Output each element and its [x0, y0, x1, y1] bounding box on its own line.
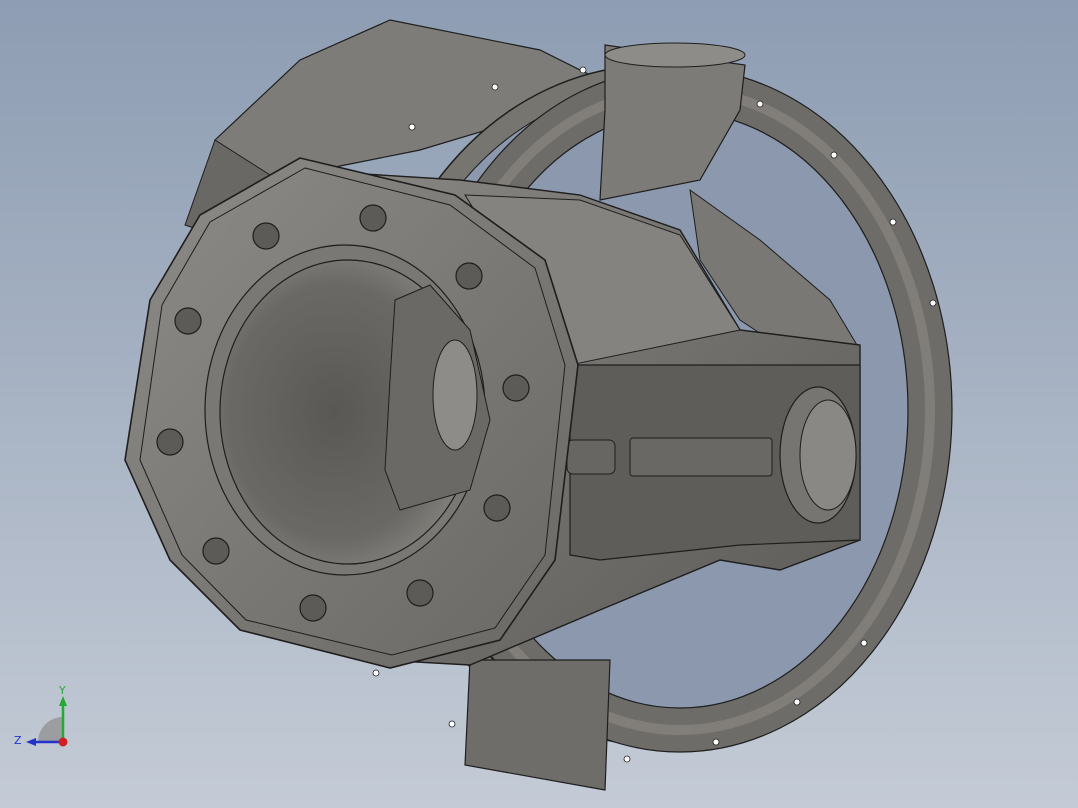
side-round-boss-face [799, 399, 857, 511]
bottom-boss [464, 659, 611, 791]
triad-y-label: Y [58, 684, 66, 697]
side-slot-long [629, 437, 773, 477]
triad-y-arrow [59, 696, 67, 706]
triad-x-axis-dot [58, 737, 68, 747]
side-slot-short [566, 439, 616, 475]
inner-shaft-end [432, 339, 478, 451]
cad-viewport[interactable]: Y Z [0, 0, 1078, 808]
top-boss-face [604, 42, 746, 68]
triad-z-label: Z [14, 734, 22, 747]
triad-quarter-arc [38, 717, 63, 742]
view-orientation-triad[interactable]: Y Z [10, 684, 80, 754]
triad-z-arrow [26, 738, 36, 746]
gearbox-housing-model[interactable] [0, 0, 1078, 808]
